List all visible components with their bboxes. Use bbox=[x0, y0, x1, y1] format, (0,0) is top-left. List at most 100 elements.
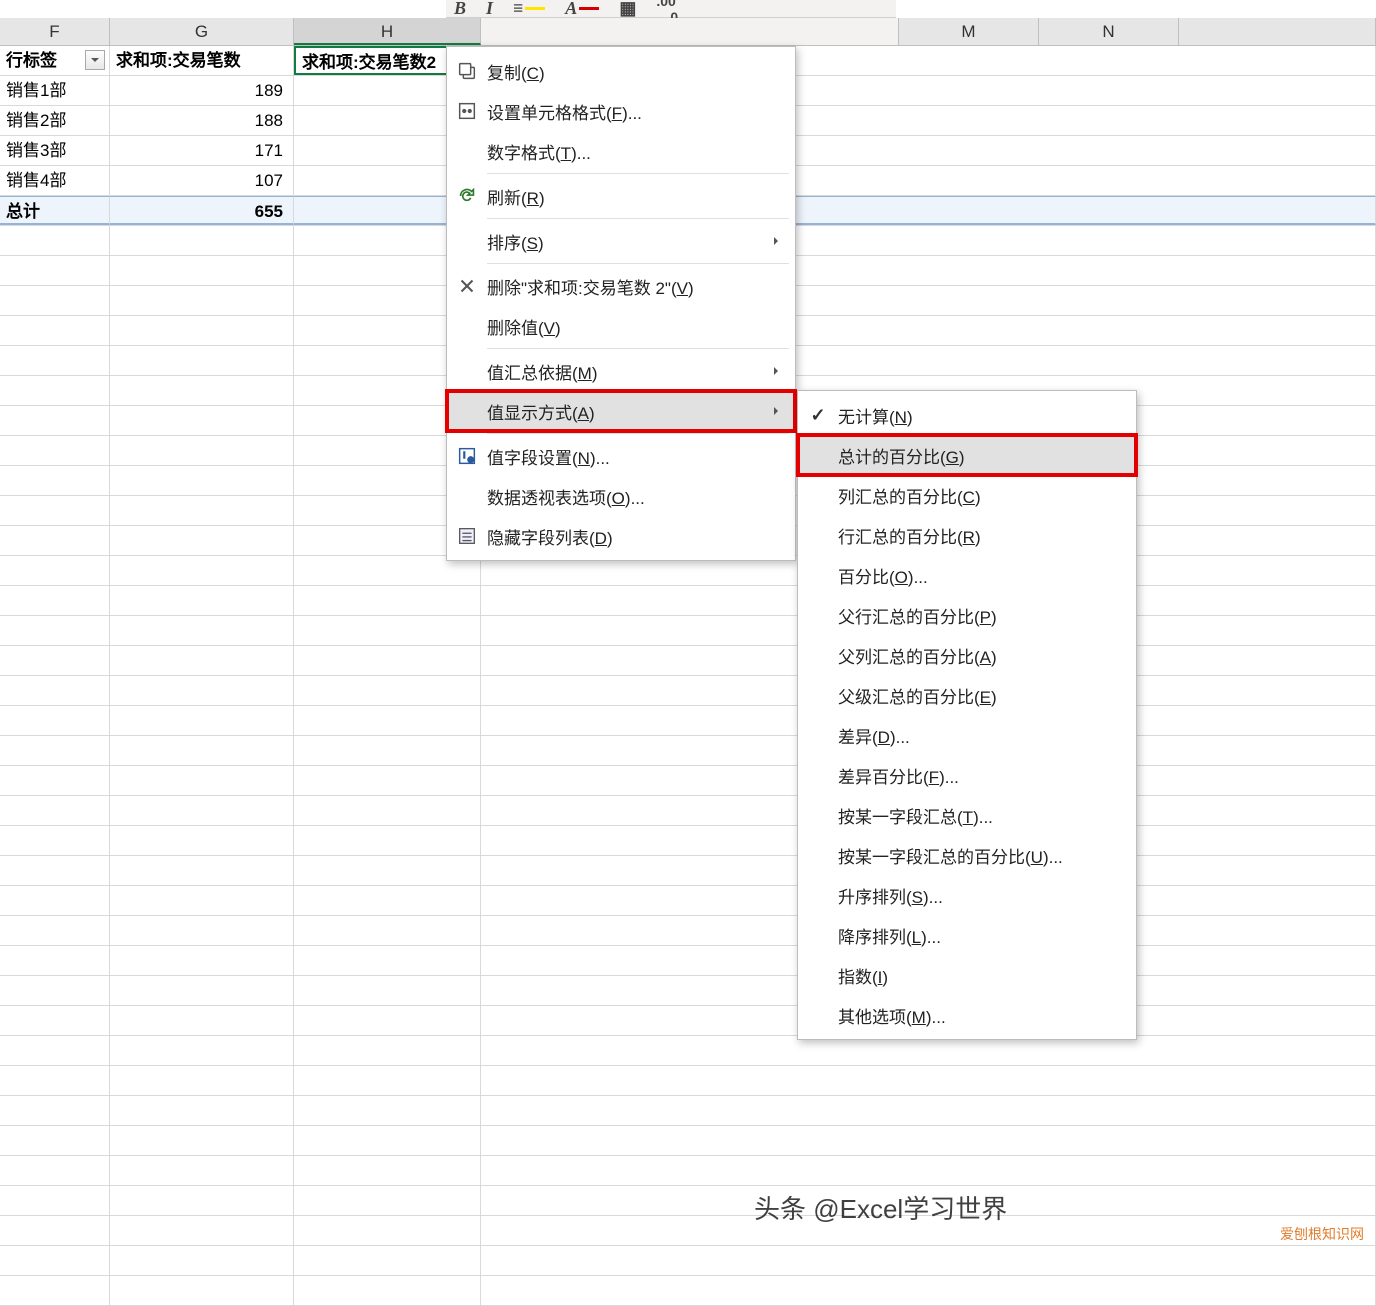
col-header-f[interactable]: F bbox=[0, 18, 110, 45]
submenu-item[interactable]: 差异百分比(F)... bbox=[798, 755, 1136, 795]
submenu-item-label: 按某一字段汇总的百分比(U)... bbox=[838, 843, 1128, 868]
pivot-rowlabel-header[interactable]: 行标签 bbox=[0, 46, 110, 75]
menu-item[interactable]: 值汇总依据(M) bbox=[447, 351, 795, 391]
align-icon[interactable]: ≡ bbox=[513, 0, 545, 19]
menu-item[interactable]: 设置单元格格式(F)... bbox=[447, 91, 795, 131]
menu-item[interactable]: 数字格式(T)... bbox=[447, 131, 795, 171]
menu-separator bbox=[487, 433, 789, 434]
submenu-item[interactable]: 其他选项(M)... bbox=[798, 995, 1136, 1035]
submenu-item-label: 按某一字段汇总(T)... bbox=[838, 803, 1128, 828]
menu-item[interactable]: 数据透视表选项(O)... bbox=[447, 476, 795, 516]
menu-item[interactable]: i值字段设置(N)... bbox=[447, 436, 795, 476]
check-icon: ✓ bbox=[798, 405, 838, 426]
context-menu: 复制(C) 设置单元格格式(F)...数字格式(T)... 刷新(R) 排序(S) 删除… bbox=[446, 46, 796, 561]
submenu-item-label: 父列汇总的百分比(A) bbox=[838, 643, 1128, 668]
copy-icon bbox=[447, 60, 487, 82]
submenu-item[interactable]: 指数(I) bbox=[798, 955, 1136, 995]
grid-row-blank bbox=[0, 1096, 1376, 1126]
menu-item-label: 隐藏字段列表(D) bbox=[487, 524, 787, 549]
menu-separator bbox=[487, 173, 789, 174]
submenu-item[interactable]: 父列汇总的百分比(A) bbox=[798, 635, 1136, 675]
grid-row-blank bbox=[0, 1126, 1376, 1156]
menu-separator bbox=[487, 218, 789, 219]
grid-row-blank bbox=[0, 1006, 1376, 1036]
pivot-row-value[interactable]: 171 bbox=[110, 136, 294, 165]
pivot-row-label[interactable]: 销售4部 bbox=[0, 166, 110, 195]
menu-item[interactable]: 隐藏字段列表(D) bbox=[447, 516, 795, 556]
submenu-item-label: 其他选项(M)... bbox=[838, 1003, 1128, 1028]
font-color-icon[interactable]: A bbox=[565, 0, 599, 19]
submenu-item[interactable]: 父级汇总的百分比(E) bbox=[798, 675, 1136, 715]
col-header-n[interactable]: N bbox=[1039, 18, 1179, 45]
menu-item[interactable]: 排序(S) bbox=[447, 221, 795, 261]
menu-item-label: 复制(C) bbox=[487, 59, 787, 84]
pivot-total-label[interactable]: 总计 bbox=[0, 196, 110, 225]
grid-row-blank bbox=[0, 1156, 1376, 1186]
menu-item[interactable]: 复制(C) bbox=[447, 51, 795, 91]
submenu-item-label: 百分比(O)... bbox=[838, 563, 1128, 588]
submenu-item-label: 行汇总的百分比(R) bbox=[838, 523, 1128, 548]
svg-text:i: i bbox=[463, 451, 465, 460]
watermark-site: 爱刨根知识网 bbox=[1280, 1224, 1364, 1244]
submenu-item[interactable]: 列汇总的百分比(C) bbox=[798, 475, 1136, 515]
submenu-item-label: 列汇总的百分比(C) bbox=[838, 483, 1128, 508]
col-header-h[interactable]: H bbox=[294, 18, 481, 45]
grid-row-blank bbox=[0, 736, 1376, 766]
menu-item-label: 删除"求和项:交易笔数 2"(V) bbox=[487, 274, 787, 299]
pivot-row-value[interactable]: 188 bbox=[110, 106, 294, 135]
submenu-value-display: ✓无计算(N)总计的百分比(G) 列汇总的百分比(C) 行汇总的百分比(R) 百分比(… bbox=[797, 390, 1137, 1040]
menu-item-label: 排序(S) bbox=[487, 229, 771, 254]
pivot-row-value[interactable]: 107 bbox=[110, 166, 294, 195]
submenu-item[interactable]: 父行汇总的百分比(P) bbox=[798, 595, 1136, 635]
col-header-m[interactable]: M bbox=[899, 18, 1039, 45]
refresh-icon bbox=[447, 185, 487, 207]
borders-icon[interactable]: ▦ bbox=[619, 0, 636, 19]
submenu-item[interactable]: 按某一字段汇总(T)... bbox=[798, 795, 1136, 835]
menu-item[interactable]: 删除值(V) bbox=[447, 306, 795, 346]
pivot-row-value[interactable]: 189 bbox=[110, 76, 294, 105]
column-headers: F G H M N bbox=[0, 18, 1376, 46]
menu-item-label: 刷新(R) bbox=[487, 184, 787, 209]
menu-separator bbox=[487, 348, 789, 349]
filter-dropdown-icon[interactable] bbox=[85, 50, 105, 70]
submenu-item[interactable]: 降序排列(L)... bbox=[798, 915, 1136, 955]
menu-item[interactable]: 删除"求和项:交易笔数 2"(V) bbox=[447, 266, 795, 306]
submenu-item-label: 父行汇总的百分比(P) bbox=[838, 603, 1128, 628]
menu-separator bbox=[487, 263, 789, 264]
submenu-arrow-icon bbox=[771, 231, 787, 251]
col-header-g[interactable]: G bbox=[110, 18, 294, 45]
grid-row-blank bbox=[0, 886, 1376, 916]
hide-list-icon bbox=[447, 525, 487, 547]
pivot-row-label[interactable]: 销售1部 bbox=[0, 76, 110, 105]
pivot-total-value[interactable]: 655 bbox=[110, 196, 294, 225]
bold-icon[interactable]: B bbox=[454, 0, 466, 19]
menu-item[interactable]: 刷新(R) bbox=[447, 176, 795, 216]
pivot-row-label[interactable]: 销售3部 bbox=[0, 136, 110, 165]
col-header-gap bbox=[481, 18, 899, 45]
menu-item[interactable]: 值显示方式(A) bbox=[447, 391, 795, 431]
grid-row-blank bbox=[0, 586, 1376, 616]
field-settings-icon: i bbox=[447, 445, 487, 467]
format-cells-icon bbox=[447, 100, 487, 122]
submenu-item-label: 指数(I) bbox=[838, 963, 1128, 988]
submenu-item[interactable]: 百分比(O)... bbox=[798, 555, 1136, 595]
pivot-col1-header[interactable]: 求和项:交易笔数 bbox=[110, 46, 294, 75]
grid-row-blank bbox=[0, 646, 1376, 676]
menu-item-label: 值汇总依据(M) bbox=[487, 359, 771, 384]
grid-row-blank bbox=[0, 706, 1376, 736]
submenu-item[interactable]: 行汇总的百分比(R) bbox=[798, 515, 1136, 555]
pivot-rowlabel-text: 行标签 bbox=[6, 51, 57, 70]
grid-row-blank bbox=[0, 946, 1376, 976]
grid-row-blank bbox=[0, 796, 1376, 826]
submenu-item[interactable]: 按某一字段汇总的百分比(U)... bbox=[798, 835, 1136, 875]
submenu-item-label: 差异(D)... bbox=[838, 723, 1128, 748]
submenu-item[interactable]: 差异(D)... bbox=[798, 715, 1136, 755]
grid-row-blank bbox=[0, 766, 1376, 796]
submenu-item[interactable]: ✓无计算(N) bbox=[798, 395, 1136, 435]
submenu-item-label: 差异百分比(F)... bbox=[838, 763, 1128, 788]
submenu-item[interactable]: 总计的百分比(G) bbox=[798, 435, 1136, 475]
submenu-item[interactable]: 升序排列(S)... bbox=[798, 875, 1136, 915]
italic-icon[interactable]: I bbox=[486, 0, 493, 19]
grid-row-blank bbox=[0, 1036, 1376, 1066]
pivot-row-label[interactable]: 销售2部 bbox=[0, 106, 110, 135]
